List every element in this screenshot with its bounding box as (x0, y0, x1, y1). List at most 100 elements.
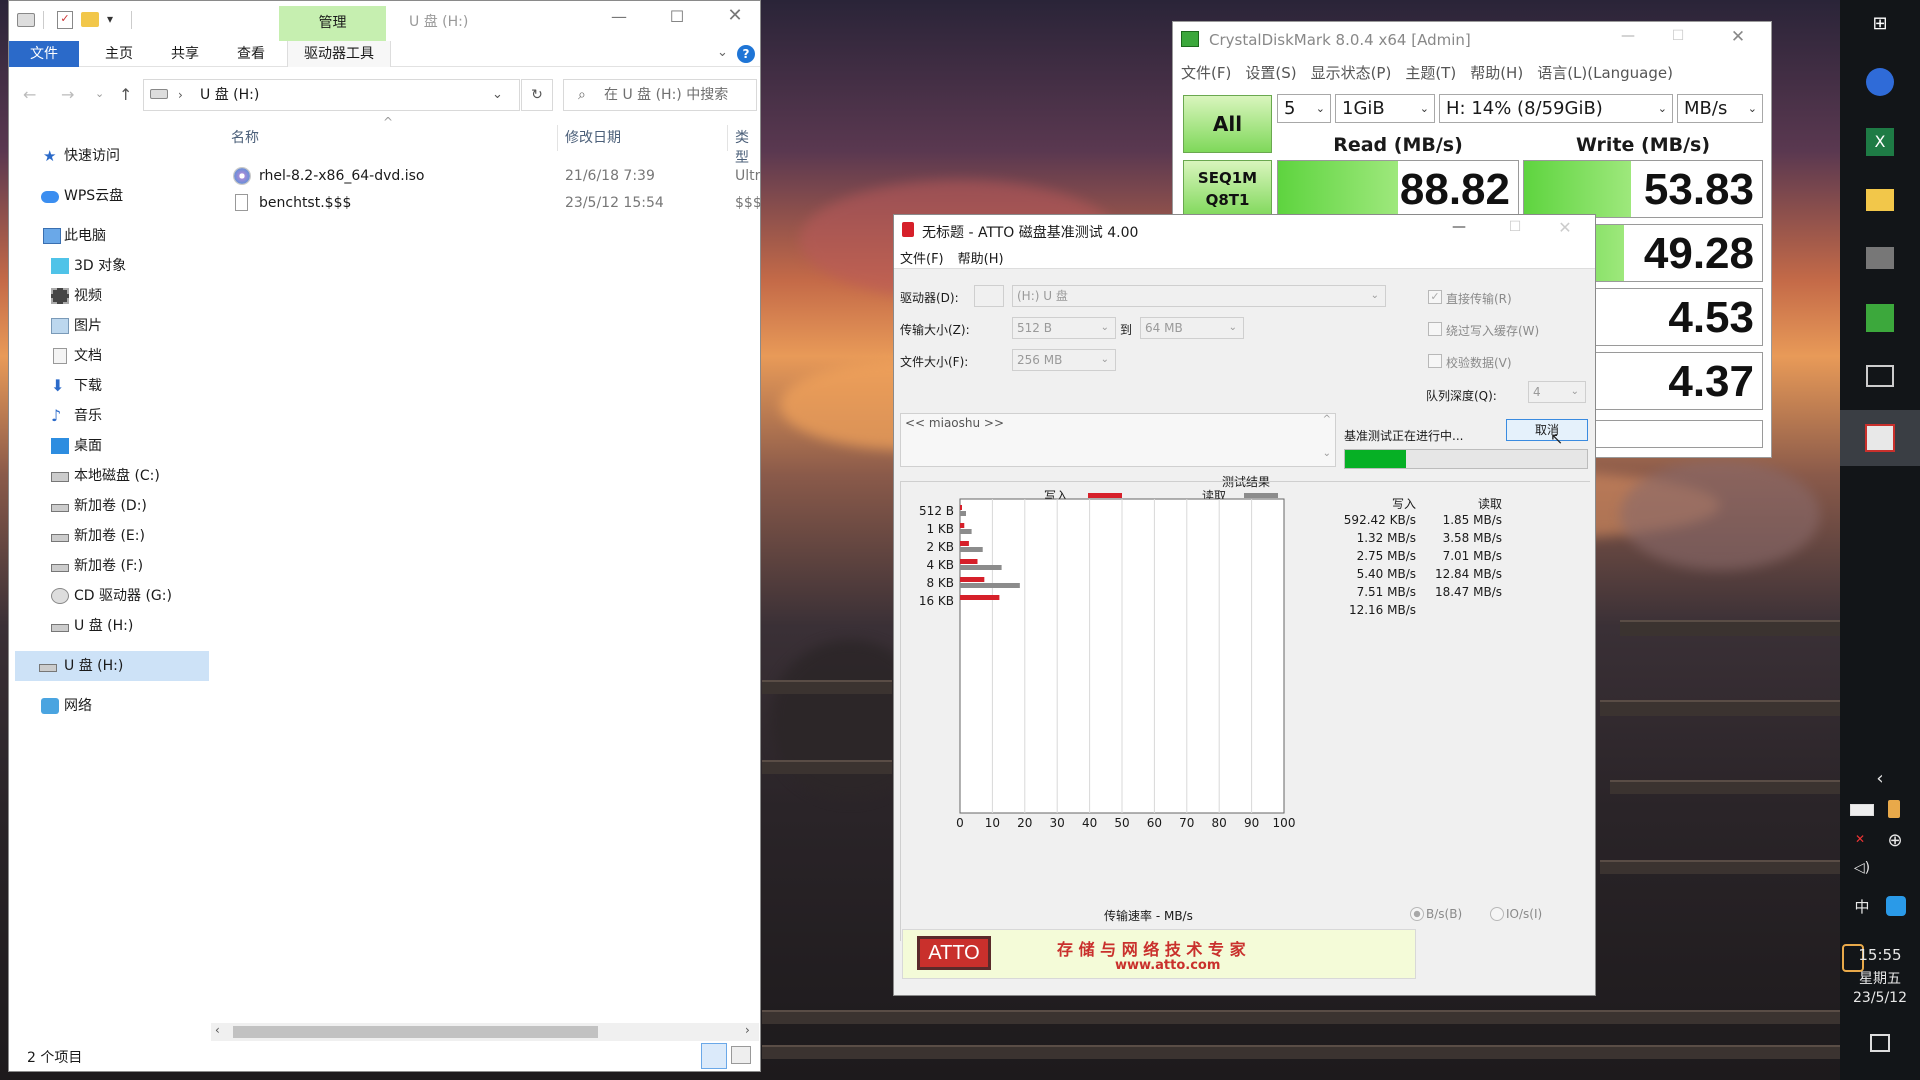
size-select[interactable]: 1GiB ⌄ (1335, 94, 1435, 123)
close-icon[interactable]: ✕ (715, 5, 755, 26)
nav-item-this-pc[interactable]: 此电脑 (9, 221, 209, 251)
clock-time[interactable]: 15:55 (1840, 946, 1920, 964)
nav-item-drive-e[interactable]: 新加卷 (E:) (9, 521, 209, 551)
y-tick-label: 1 KB (926, 522, 954, 536)
search-box[interactable]: ⌕ 在 U 盘 (H:) 中搜索 (563, 79, 757, 111)
scroll-right-icon[interactable]: › (745, 1023, 750, 1037)
minimize-icon[interactable]: — (599, 7, 639, 26)
nav-item-downloads[interactable]: ⬇ 下载 (9, 371, 209, 401)
help-icon[interactable]: ? (737, 45, 755, 63)
refresh-button[interactable]: ↻ (521, 79, 553, 111)
file-row[interactable]: benchtst.$$$ 23/5/12 15:54 $$$ (233, 190, 762, 216)
y-tick-label: 2 KB (926, 540, 954, 554)
menu-theme[interactable]: 主题(T) (1405, 64, 1456, 82)
tab-drive-tools[interactable]: 驱动器工具 (287, 41, 391, 67)
taskbar-app[interactable] (1860, 356, 1900, 396)
music-icon: ♪ (51, 406, 62, 425)
file-explorer-window: ✓ ▾ 管理 U 盘 (H:) — ☐ ✕ 文件 主页 共享 查看 驱动器工具 … (8, 0, 762, 1072)
read-bar (960, 511, 966, 516)
chevron-down-icon[interactable]: ⌄ (492, 80, 503, 110)
taskbar-app[interactable]: X (1860, 120, 1900, 160)
manage-context-tab[interactable]: 管理 (279, 6, 386, 41)
star-icon: ★ (43, 147, 57, 165)
qq-icon[interactable] (1886, 896, 1906, 916)
clock-date[interactable]: 23/5/12 (1840, 990, 1920, 1006)
all-button[interactable]: All (1183, 95, 1272, 153)
window-title: U 盘 (H:) (409, 14, 469, 30)
document-icon (53, 348, 67, 364)
scroll-left-icon[interactable]: ‹ (215, 1023, 220, 1037)
crystaldiskmark-icon (1866, 304, 1894, 332)
large-icons-view-icon[interactable] (731, 1046, 751, 1064)
tab-view[interactable]: 查看 (221, 41, 281, 67)
unit-select[interactable]: MB/s ⌄ (1677, 94, 1763, 123)
nav-item-drive-d[interactable]: 新加卷 (D:) (9, 491, 209, 521)
menu-file[interactable]: 文件(F) (1181, 64, 1231, 82)
nav-item-quick-access[interactable]: ★ 快速访问 (9, 141, 209, 171)
horizontal-scrollbar[interactable]: ‹ › (211, 1023, 759, 1041)
minimize-icon[interactable]: — (1613, 28, 1643, 44)
atto-banner[interactable]: ATTO 存 储 与 网 络 技 术 专 家 www.atto.com (902, 929, 1416, 979)
taskbar-app[interactable] (1860, 62, 1900, 102)
maximize-icon[interactable]: ☐ (657, 7, 697, 26)
column-header-name[interactable]: 名称 (231, 127, 557, 147)
x-tick-label: 50 (1114, 816, 1129, 830)
taskbar-app[interactable] (1860, 180, 1900, 220)
drive-select[interactable]: H: 14% (8/59GiB) ⌄ (1439, 94, 1673, 123)
nav-item-documents[interactable]: 文档 (9, 341, 209, 371)
menu-language[interactable]: 语言(L)(Language) (1537, 64, 1673, 82)
start-button[interactable]: ⊞ (1860, 4, 1900, 44)
unit-ios-radio[interactable] (1490, 907, 1504, 921)
unit-bs-radio[interactable] (1410, 907, 1424, 921)
test-seq1m-button[interactable]: SEQ1M Q8T1 (1183, 160, 1272, 218)
nav-item-music[interactable]: ♪ 音乐 (9, 401, 209, 431)
chevron-left-icon[interactable]: ‹ (1866, 768, 1894, 789)
taskbar: ⊞ X ‹ ✕ ⊕ ◁) 中 15:55 星期五 23/5/12 (1840, 0, 1920, 1080)
nav-item-cd-drive[interactable]: CD 驱动器 (G:) (9, 581, 209, 611)
usb-icon[interactable] (1888, 800, 1900, 818)
nav-item-network[interactable]: 网络 (9, 691, 209, 721)
x-tick-label: 40 (1082, 816, 1097, 830)
notification-icon[interactable] (1870, 1034, 1890, 1052)
menu-display[interactable]: 显示状态(P) (1311, 64, 1392, 82)
nav-item-desktop[interactable]: 桌面 (9, 431, 209, 461)
app-icon (1866, 247, 1894, 269)
close-icon[interactable]: ✕ (1723, 27, 1753, 47)
maximize-icon[interactable]: ☐ (1663, 28, 1693, 44)
taskbar-app[interactable] (1860, 238, 1900, 278)
taskbar-app[interactable] (1860, 298, 1900, 338)
globe-icon[interactable]: ⊕ (1884, 830, 1906, 851)
nav-item-usb-drive-selected[interactable]: U 盘 (H:) (15, 651, 209, 681)
battery-icon[interactable] (1850, 804, 1874, 816)
clock-weekday[interactable]: 星期五 (1840, 968, 1920, 988)
column-header-type[interactable]: 类型 (735, 127, 760, 167)
taskbar-app-active[interactable] (1840, 410, 1920, 466)
drive-icon (51, 534, 69, 542)
chevron-down-icon[interactable]: ⌄ (717, 45, 728, 60)
x-tick-label: 90 (1244, 816, 1259, 830)
file-row[interactable]: rhel-8.2-x86_64-dvd.iso 21/6/18 7:39 Ult… (233, 163, 760, 189)
nav-item-3d-objects[interactable]: 3D 对象 (9, 251, 209, 281)
nav-item-pictures[interactable]: 图片 (9, 311, 209, 341)
drive-icon (51, 472, 69, 482)
column-header-date[interactable]: 修改日期 (565, 127, 621, 147)
cd-icon (51, 588, 69, 604)
nav-item-drive-f[interactable]: 新加卷 (F:) (9, 551, 209, 581)
wireless-off-icon[interactable]: ✕ (1850, 832, 1870, 848)
nav-item-drive-c[interactable]: 本地磁盘 (C:) (9, 461, 209, 491)
cloud-icon (41, 191, 59, 203)
result-fill (1278, 161, 1398, 217)
count-select[interactable]: 5 ⌄ (1277, 94, 1331, 123)
volume-icon[interactable]: ◁) (1850, 860, 1874, 876)
usb-drive-icon (39, 664, 57, 672)
details-view-icon[interactable] (701, 1043, 727, 1069)
input-method[interactable]: 中 (1850, 896, 1874, 917)
menu-help[interactable]: 帮助(H) (1470, 64, 1523, 82)
banner-url: www.atto.com (1115, 958, 1221, 973)
nav-item-videos[interactable]: 视频 (9, 281, 209, 311)
scrollbar-thumb[interactable] (233, 1026, 598, 1038)
nav-item-usb-drive[interactable]: U 盘 (H:) (9, 611, 209, 641)
write-header: Write (MB/s) (1575, 134, 1711, 156)
nav-item-wps-cloud[interactable]: WPS云盘 (9, 181, 209, 211)
menu-settings[interactable]: 设置(S) (1245, 64, 1296, 82)
